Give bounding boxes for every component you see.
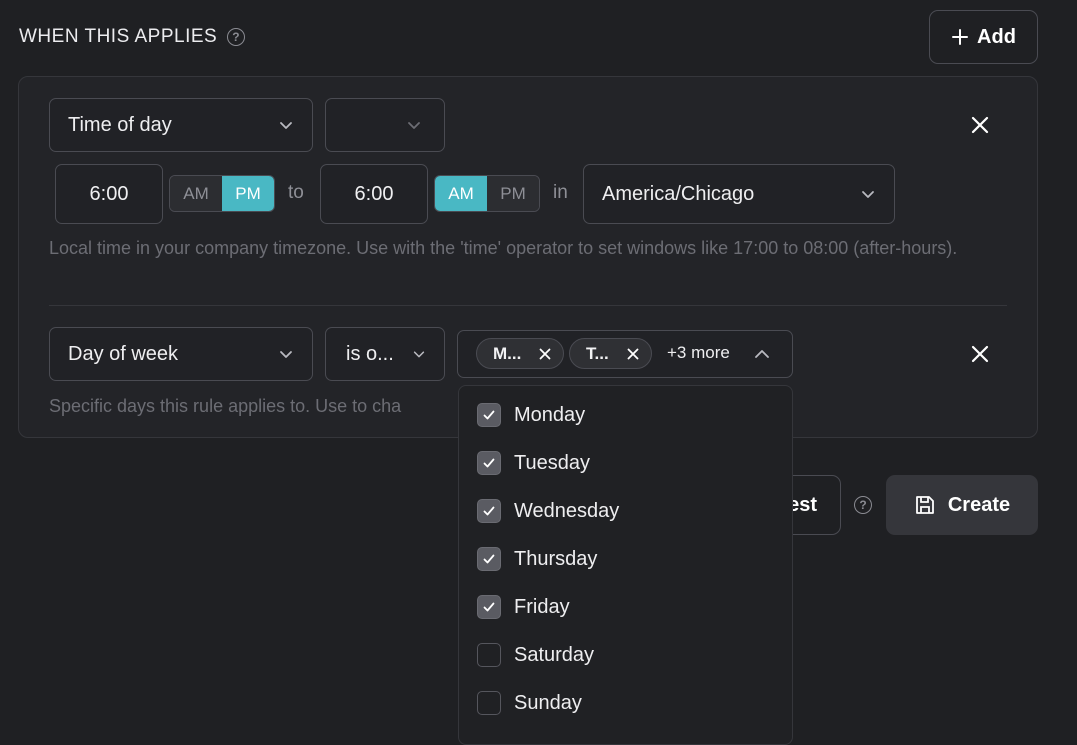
end-pm-option[interactable]: PM: [487, 176, 539, 211]
create-button-label: Create: [947, 493, 1011, 516]
chip-label: T...: [586, 343, 609, 363]
section-title: WHEN THIS APPLIES: [19, 26, 218, 47]
check-icon: [483, 410, 495, 420]
option-label: Tuesday: [514, 451, 590, 474]
checkbox-checked[interactable]: [477, 547, 501, 571]
operator-select-value: is o...: [346, 342, 394, 365]
help-icon[interactable]: ?: [854, 496, 872, 514]
more-count: +3 more: [667, 343, 730, 362]
chip-remove-icon[interactable]: [539, 348, 551, 360]
option-label: Friday: [514, 595, 570, 618]
option-label: Wednesday: [514, 499, 620, 522]
field-select-day[interactable]: Day of week: [49, 327, 313, 381]
operator-select-day[interactable]: is o...: [325, 327, 445, 381]
option-monday[interactable]: Monday: [477, 403, 585, 427]
chevron-down-icon: [280, 122, 292, 129]
chevron-down-icon: [413, 351, 425, 358]
section-header: WHEN THIS APPLIES ?: [19, 26, 246, 48]
add-button[interactable]: Add: [929, 10, 1038, 64]
add-button-label: Add: [977, 25, 1016, 48]
checkbox-checked[interactable]: [477, 403, 501, 427]
checkbox-unchecked[interactable]: [477, 643, 501, 667]
start-pm-option[interactable]: PM: [222, 176, 274, 211]
checkbox-checked[interactable]: [477, 499, 501, 523]
selected-chip: M...: [476, 338, 565, 369]
option-label: Saturday: [514, 643, 595, 666]
option-wednesday[interactable]: Wednesday: [477, 499, 619, 523]
check-icon: [483, 506, 495, 516]
day-rule-hint: Specific days this rule applies to. Use …: [49, 396, 402, 416]
days-dropdown: Monday Tuesday Wednesday Thursday Friday…: [458, 385, 793, 745]
checkbox-checked[interactable]: [477, 451, 501, 475]
start-time-input[interactable]: 6:00: [55, 164, 163, 224]
option-sunday[interactable]: Sunday: [477, 691, 582, 715]
remove-rule-day-icon[interactable]: [969, 343, 991, 365]
selected-chip: T...: [569, 338, 652, 369]
end-ampm-toggle: AM PM: [434, 175, 540, 212]
chevron-down-icon: [280, 351, 292, 358]
help-icon[interactable]: ?: [227, 28, 246, 46]
checkbox-checked[interactable]: [477, 595, 501, 619]
check-icon: [483, 602, 495, 612]
option-tuesday[interactable]: Tuesday: [477, 451, 590, 475]
save-icon: [915, 496, 934, 514]
operator-select-time[interactable]: [325, 98, 445, 152]
create-button[interactable]: Create: [886, 475, 1038, 535]
option-thursday[interactable]: Thursday: [477, 547, 597, 571]
remove-rule-time-icon[interactable]: [969, 114, 991, 136]
option-label: Thursday: [514, 547, 598, 570]
chip-label: M...: [493, 343, 522, 363]
checkbox-unchecked[interactable]: [477, 691, 501, 715]
end-am-option[interactable]: AM: [435, 176, 487, 211]
option-label: Monday: [514, 403, 586, 426]
to-label: to: [288, 182, 304, 203]
timezone-value: America/Chicago: [602, 182, 755, 205]
option-saturday[interactable]: Saturday: [477, 643, 594, 667]
field-select-value: Day of week: [68, 342, 179, 365]
start-am-option[interactable]: AM: [170, 176, 222, 211]
time-rule-hint: Local time in your company timezone. Use…: [49, 238, 958, 258]
in-label: in: [553, 182, 568, 203]
plus-icon: [952, 29, 969, 45]
option-friday[interactable]: Friday: [477, 595, 570, 619]
option-label: Sunday: [514, 691, 582, 714]
chip-remove-icon[interactable]: [627, 348, 639, 360]
field-select-value: Time of day: [68, 113, 172, 136]
check-icon: [483, 458, 495, 468]
rule-divider: [49, 305, 1007, 306]
chevron-down-icon: [862, 191, 874, 198]
start-ampm-toggle: AM PM: [169, 175, 275, 212]
chevron-up-icon[interactable]: [753, 345, 771, 363]
timezone-select[interactable]: America/Chicago: [583, 164, 895, 224]
check-icon: [483, 554, 495, 564]
chevron-down-icon: [408, 122, 420, 129]
end-time-input[interactable]: 6:00: [320, 164, 428, 224]
field-select-time[interactable]: Time of day: [49, 98, 313, 152]
